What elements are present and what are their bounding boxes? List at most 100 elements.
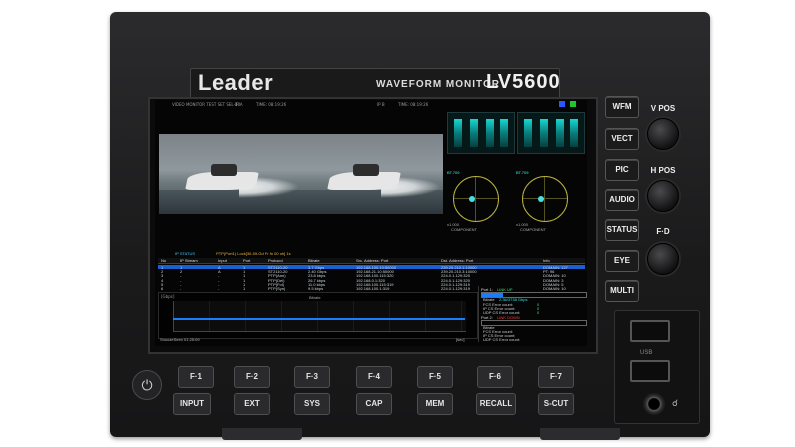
- audio-button[interactable]: AUDIO: [605, 189, 639, 211]
- col-src-address: Src. Address: Port: [356, 258, 389, 263]
- col-bitrate: Bitrate: [308, 258, 320, 263]
- headphone-jack[interactable]: [643, 393, 665, 415]
- brand-logo: Leader: [198, 70, 274, 95]
- boat-cabin: [353, 164, 379, 176]
- table-cell: 1: [243, 286, 246, 291]
- graph-footer-right: [sec]: [456, 337, 465, 342]
- input-a-label: IP A: [235, 102, 243, 107]
- port1-meter: [481, 292, 587, 298]
- vector-label: BT.709: [447, 170, 460, 175]
- power-icon: ⏻: [141, 377, 153, 393]
- col-port: Port: [243, 258, 251, 263]
- f7-button[interactable]: F·7: [538, 366, 574, 388]
- col-no: No: [161, 258, 167, 263]
- boat-cabin: [211, 164, 237, 176]
- graph-footer-left: SnoozeSeen 01:25:09: [160, 337, 200, 342]
- foot-left: [222, 428, 302, 440]
- status-icon: [570, 101, 576, 107]
- bitrate-trace: [173, 318, 465, 320]
- waveform-trace: [454, 119, 462, 147]
- udpcs-error-value: 0: [537, 310, 540, 315]
- waveform-trace: [524, 119, 532, 147]
- vect-button[interactable]: VECT: [605, 128, 639, 150]
- graph-title: Bitrate: [309, 295, 321, 300]
- h-pos-label: H POS: [650, 166, 676, 175]
- screen-header-left: VIDEO MONITOR TEST SET SEL-10: [172, 102, 241, 107]
- power-button[interactable]: ⏻: [132, 370, 162, 400]
- vector-trace: [538, 196, 544, 202]
- headphone-icon: ☌: [672, 398, 679, 408]
- f6-button[interactable]: F·6: [477, 366, 513, 388]
- table-header: No IP Stream Input Port Protocol Bitrate…: [158, 258, 585, 264]
- table-cell: 6: [161, 286, 164, 291]
- device-title: WAVEFORM MONITOR: [376, 79, 500, 90]
- vector-graticule: [453, 176, 499, 222]
- table-cell: 9.5 kbps: [308, 286, 324, 291]
- sys-button[interactable]: SYS: [294, 393, 330, 415]
- col-protocol: Protocol: [268, 258, 283, 263]
- waveform-trace: [540, 119, 548, 147]
- ptp-lock-status: PTP(Port1) Lock[30-59-Gd Fr fn 00 oh] 1s: [216, 251, 291, 256]
- video-preview-a[interactable]: [159, 134, 301, 214]
- ip-status-panel: IP STATUS PTP(Port1) Lock[30-59-Gd Fr fn…: [158, 250, 585, 291]
- ext-button[interactable]: EXT: [234, 393, 270, 415]
- waveform-trace: [486, 119, 494, 147]
- table-cell: PTP(Syn): [268, 286, 286, 291]
- vector-trace: [469, 196, 475, 202]
- vector-graticule: [522, 176, 568, 222]
- usb-port-2[interactable]: [630, 360, 670, 382]
- wfm-button[interactable]: WFM: [605, 96, 639, 118]
- col-ip-stream: IP Stream: [180, 258, 198, 263]
- video-preview-b[interactable]: [301, 134, 443, 214]
- table-cell: 224.0.1.129:319: [441, 286, 470, 291]
- ip-status-heading: IP STATUS: [175, 251, 196, 256]
- f5-button[interactable]: F·5: [417, 366, 453, 388]
- f2-button[interactable]: F·2: [234, 366, 270, 388]
- usb-port-1[interactable]: [630, 320, 670, 342]
- f-d-label: F·D: [656, 227, 670, 236]
- f3-button[interactable]: F·3: [294, 366, 330, 388]
- usb-label: USB: [640, 350, 653, 356]
- pic-button[interactable]: PIC: [605, 159, 639, 181]
- s-cut-button[interactable]: S-CUT: [538, 393, 574, 415]
- waveform-trace: [556, 119, 564, 147]
- waveform-a[interactable]: [447, 112, 515, 154]
- waveform-b[interactable]: [517, 112, 585, 154]
- table-cell: 192.168.100.1:319: [356, 286, 390, 291]
- model-name: LV5600: [486, 71, 561, 93]
- input-button[interactable]: INPUT: [173, 393, 211, 415]
- f1-button[interactable]: F·1: [178, 366, 214, 388]
- v-pos-label: V POS: [650, 104, 676, 113]
- vectorscope-b[interactable]: BT.709 x1.000 COMPONENT: [514, 170, 574, 232]
- vector-label: BT.709: [516, 170, 529, 175]
- waveform-trace: [500, 119, 508, 147]
- time-b-label: TIME: 08:19:26: [398, 102, 429, 107]
- f-d-knob[interactable]: [647, 243, 679, 275]
- foot-right: [540, 428, 620, 440]
- table-cell: -: [180, 286, 182, 291]
- port-status-panel: Port 1: LINK UP Bitrate 2.36/3738 Gbps F…: [478, 286, 587, 342]
- ip-status-title: IP STATUS PTP(Port1) Lock[30-59-Gd Fr fn…: [175, 251, 291, 256]
- network-icon: [559, 101, 565, 107]
- vectorscope-a[interactable]: BT.709 x1.000 COMPONENT: [445, 170, 505, 232]
- port2-udpcs-label: UDP CS Error count:: [483, 337, 521, 342]
- eye-button[interactable]: EYE: [605, 250, 639, 272]
- col-info: Info: [543, 258, 550, 263]
- port2-meter: [481, 320, 587, 326]
- v-pos-knob[interactable]: [647, 118, 679, 150]
- recall-button[interactable]: RECALL: [476, 393, 516, 415]
- multi-button[interactable]: MULTI: [605, 280, 639, 302]
- cap-button[interactable]: CAP: [356, 393, 392, 415]
- input-b-label: IP B: [377, 102, 385, 107]
- waveform-trace: [570, 119, 578, 147]
- component-label: COMPONENT: [520, 227, 546, 232]
- bitrate-graph[interactable]: [Gbps] Bitrate: [158, 292, 478, 339]
- waveform-trace: [470, 119, 478, 147]
- f4-button[interactable]: F·4: [356, 366, 392, 388]
- col-input: Input: [218, 258, 227, 263]
- mem-button[interactable]: MEM: [417, 393, 453, 415]
- component-label: COMPONENT: [451, 227, 477, 232]
- graph-plot: [173, 301, 466, 332]
- status-button[interactable]: STATUS: [605, 219, 639, 241]
- h-pos-knob[interactable]: [647, 180, 679, 212]
